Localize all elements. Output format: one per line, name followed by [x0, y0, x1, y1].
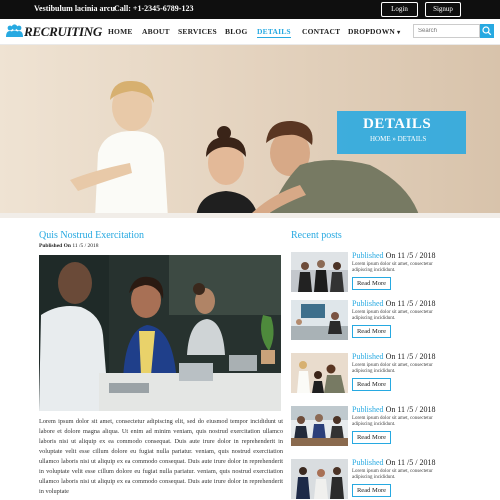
login-button[interactable]: Login [381, 2, 418, 17]
post-meta: Published On 11 /5 / 2018 [39, 243, 99, 249]
nav-item-dropdown[interactable]: DROPDOWN ▾ [348, 27, 400, 36]
post-meta-label: Published On [39, 243, 71, 249]
recent-post-date: Published On 11 /5 / 2018 [352, 458, 436, 467]
post-meta-date: 11 /5 / 2018 [72, 243, 99, 249]
breadcrumb-home[interactable]: HOME [370, 135, 391, 143]
published-date: On 11 /5 / 2018 [385, 458, 436, 467]
signup-button[interactable]: Signup [425, 2, 461, 17]
recent-post-excerpt: Lorem ipsum dolor sit amet, consectetur … [352, 469, 433, 480]
nav-item-details[interactable]: DETAILS [257, 27, 291, 38]
people-group-icon [6, 24, 23, 37]
breadcrumb: HOME » DETAILS [370, 135, 426, 143]
published-date: On 11 /5 / 2018 [385, 299, 436, 308]
nav-item-dropdown-label: DROPDOWN [348, 27, 396, 36]
published-label: Published [352, 352, 384, 361]
read-more-button[interactable]: Read More [352, 484, 391, 497]
read-more-button[interactable]: Read More [352, 325, 391, 338]
breadcrumb-current: DETAILS [397, 135, 427, 143]
published-date: On 11 /5 / 2018 [385, 352, 436, 361]
top-bar: Vestibulum lacinia arcu Call: +1-2345-67… [0, 0, 500, 19]
published-date: On 11 /5 / 2018 [385, 405, 436, 414]
post-title[interactable]: Quis Nostrud Exercitation [39, 230, 144, 241]
breadcrumb-separator-icon: » [392, 135, 396, 143]
nav-item-services[interactable]: SERVICES [178, 27, 217, 36]
brand-name: RECRUITING [24, 24, 102, 39]
published-date: On 11 /5 / 2018 [385, 251, 436, 260]
recent-post-item: Published On 11 /5 / 2018 Lorem ipsum do… [291, 251, 491, 298]
recent-post-thumbnail[interactable] [291, 406, 348, 446]
published-label: Published [352, 299, 384, 308]
recent-post-excerpt: Lorem ipsum dolor sit amet, consectetur … [352, 262, 433, 273]
recent-post-date: Published On 11 /5 / 2018 [352, 405, 436, 414]
nav-item-home[interactable]: HOME [108, 27, 133, 36]
recent-post-excerpt: Lorem ipsum dolor sit amet, consectetur … [352, 363, 433, 374]
recent-post-thumbnail[interactable] [291, 252, 348, 292]
recent-post-excerpt: Lorem ipsum dolor sit amet, consectetur … [352, 416, 433, 427]
recent-post-excerpt: Lorem ipsum dolor sit amet, consectetur … [352, 310, 433, 321]
main-navigation: RECRUITING HOME ABOUT SERVICES BLOG DETA… [0, 19, 500, 45]
page-header-box: DETAILS HOME » DETAILS [337, 111, 466, 154]
published-label: Published [352, 405, 384, 414]
hero-banner: DETAILS HOME » DETAILS [0, 45, 500, 218]
recent-post-thumbnail[interactable] [291, 353, 348, 393]
search-button[interactable] [480, 24, 494, 38]
post-image [39, 255, 281, 411]
search-icon [482, 26, 492, 36]
office-photo [39, 255, 281, 411]
nav-item-blog[interactable]: BLOG [225, 27, 247, 36]
recent-post-thumbnail[interactable] [291, 300, 348, 340]
recent-post-date: Published On 11 /5 / 2018 [352, 299, 436, 308]
published-label: Published [352, 251, 384, 260]
top-bar-phone: Call: +1-2345-6789-123 [114, 4, 194, 13]
recent-post-thumbnail[interactable] [291, 459, 348, 499]
page-title: DETAILS [363, 116, 432, 132]
published-label: Published [352, 458, 384, 467]
recent-post-item: Published On 11 /5 / 2018 Lorem ipsum do… [291, 405, 491, 452]
read-more-button[interactable]: Read More [352, 378, 391, 391]
recent-post-item: Published On 11 /5 / 2018 Lorem ipsum do… [291, 458, 491, 500]
read-more-button[interactable]: Read More [352, 431, 391, 444]
search-input[interactable] [413, 24, 480, 38]
nav-item-contact[interactable]: CONTACT [302, 27, 340, 36]
recent-post-date: Published On 11 /5 / 2018 [352, 352, 436, 361]
post-body: Lorem ipsum dolor sit amet, consectetur … [39, 418, 283, 495]
top-bar-tagline: Vestibulum lacinia arcu [34, 4, 115, 13]
read-more-button[interactable]: Read More [352, 277, 391, 290]
recent-posts-title: Recent posts [291, 230, 342, 241]
chevron-down-icon: ▾ [397, 30, 401, 36]
recent-post-item: Published On 11 /5 / 2018 Lorem ipsum do… [291, 299, 491, 346]
recent-post-date: Published On 11 /5 / 2018 [352, 251, 436, 260]
nav-item-about[interactable]: ABOUT [142, 27, 170, 36]
recent-post-item: Published On 11 /5 / 2018 Lorem ipsum do… [291, 352, 491, 399]
